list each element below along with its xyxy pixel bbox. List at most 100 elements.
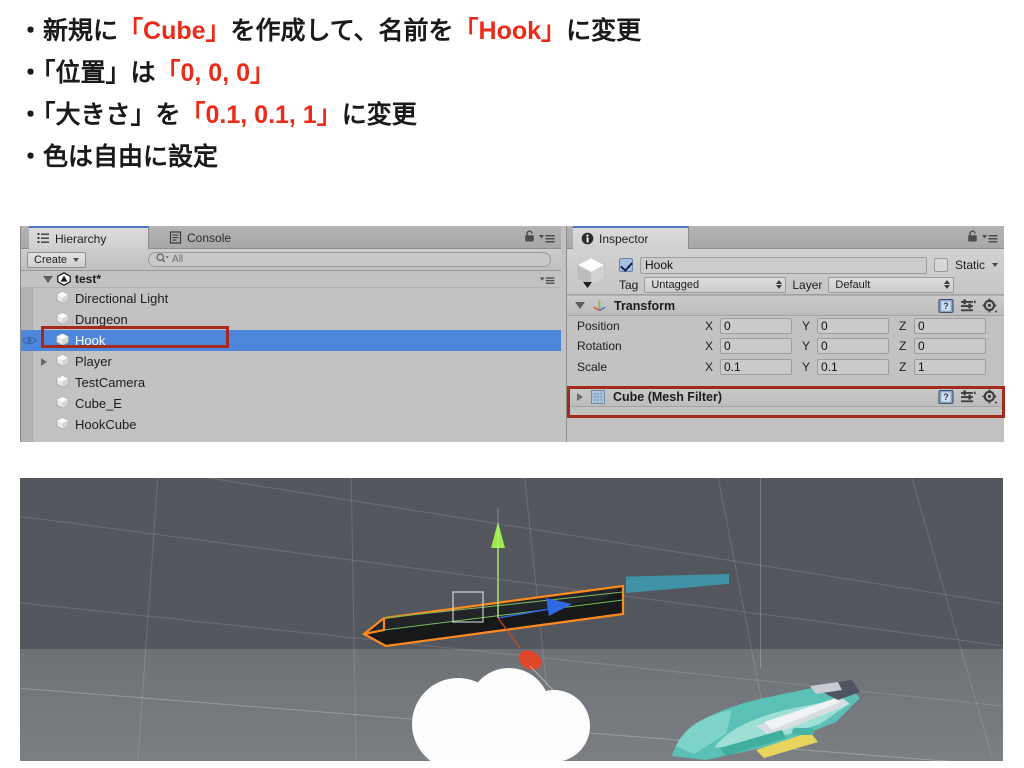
lock-icon[interactable] [524, 230, 535, 248]
bullet-item: ・「大きさ」を「0.1, 0.1, 1」に変更 [18, 94, 1008, 136]
component-header-icons: ? [938, 298, 998, 317]
tab-inspector[interactable]: Inspector [573, 226, 689, 249]
inspector-panel-controls [967, 230, 998, 248]
static-checkbox[interactable] [933, 258, 948, 272]
scene-view[interactable] [20, 478, 1003, 761]
layer-label: Layer [792, 277, 823, 292]
list-item[interactable]: TestCamera [21, 372, 561, 393]
object-name-row: Hook Static [619, 256, 998, 274]
layer-dropdown-value: Default [835, 278, 871, 291]
tab-hierarchy-label: Hierarchy [55, 231, 107, 246]
component-header-mesh-filter[interactable]: Cube (Mesh Filter) ? [567, 386, 1004, 407]
panel-menu-icon[interactable] [982, 230, 998, 248]
list-item[interactable]: HookCube [21, 414, 561, 435]
bullet-text: ・新規に [18, 17, 119, 45]
tab-console[interactable]: Console [161, 226, 243, 249]
list-item-hook[interactable]: Hook [21, 330, 561, 351]
bullet-text: ・色は自由に設定 [18, 143, 219, 171]
stepper-arrows-icon [944, 280, 951, 289]
list-item[interactable]: Cube_E [21, 393, 561, 414]
inspector-panel: Inspector Hook Static Tag Untagged Layer… [566, 226, 1005, 442]
gameobject-cube-icon [55, 332, 70, 350]
preset-icon[interactable] [960, 389, 976, 408]
tag-label: Tag [619, 277, 639, 292]
object-name-field[interactable]: Hook [640, 256, 927, 274]
component-header-transform[interactable]: Transform ? [567, 295, 1004, 316]
svg-text:?: ? [943, 301, 949, 311]
tab-inspector-label: Inspector [599, 231, 649, 246]
expand-arrow-player[interactable] [33, 351, 55, 372]
prefab-cube-icon [573, 254, 609, 295]
gear-icon[interactable] [982, 298, 998, 317]
gameobject-cube-icon [55, 290, 70, 308]
list-item-label: Player [75, 354, 112, 369]
search-input-placeholder: All [172, 254, 184, 265]
bullet-item: ・色は自由に設定 [18, 136, 1008, 178]
transform-fields: Position X 0 Y 0 Z 0 Rotation X 0 Y 0 Z … [567, 316, 1004, 378]
bullet-text: ・「位置」は [18, 59, 156, 87]
position-x-input[interactable]: 0 [720, 318, 792, 334]
preset-icon[interactable] [960, 298, 976, 317]
scale-z-input[interactable]: 1 [914, 359, 986, 375]
rotation-x-input[interactable]: 0 [720, 338, 792, 354]
list-item[interactable]: Directional Light [21, 288, 561, 309]
gameobject-cube-icon [55, 353, 70, 371]
position-z-input[interactable]: 0 [914, 318, 986, 334]
chevron-right-icon[interactable] [577, 392, 583, 401]
hierarchy-icon [37, 232, 50, 245]
tab-hierarchy[interactable]: Hierarchy [29, 226, 149, 249]
search-input[interactable]: All [148, 252, 551, 267]
bullet-item: ・新規に「Cube」を作成して、名前を「Hook」に変更 [18, 10, 1008, 52]
unity-editor-screenshot: Hierarchy Console Create All test* Direc… [20, 226, 1005, 442]
position-y-input[interactable]: 0 [817, 318, 889, 334]
scale-y-input[interactable]: 0.1 [817, 359, 889, 375]
hierarchy-panel-controls [524, 230, 555, 248]
rotation-z-input[interactable]: 0 [914, 338, 986, 354]
list-item-label: HookCube [75, 417, 137, 432]
scale-x-input[interactable]: 0.1 [720, 359, 792, 375]
help-icon[interactable]: ? [938, 389, 954, 408]
axis-label-z: Z [899, 360, 907, 374]
hierarchy-panel: Hierarchy Console Create All test* Direc… [20, 226, 561, 442]
bullet-item: ・「位置」は「0, 0, 0」 [18, 52, 1008, 94]
create-button[interactable]: Create [27, 251, 87, 268]
rotation-y-input[interactable]: 0 [817, 338, 889, 354]
scene-row-test[interactable]: test* [21, 271, 561, 288]
list-item-label: TestCamera [75, 375, 146, 390]
static-label: Static [954, 258, 985, 272]
panel-menu-icon[interactable] [539, 230, 555, 248]
row-label: Scale [577, 360, 608, 374]
bullet-list: ・新規に「Cube」を作成して、名前を「Hook」に変更 ・「位置」は「0, 0… [18, 10, 1008, 178]
bullet-text: を作成して、名前を [230, 17, 454, 45]
object-tag-layer-row: Tag Untagged Layer Default [619, 276, 998, 293]
list-item[interactable]: Player [21, 351, 561, 372]
tab-console-label: Console [187, 230, 232, 245]
object-enabled-checkbox[interactable] [619, 258, 633, 272]
component-title: Cube (Mesh Filter) [613, 389, 723, 404]
bullet-highlight: 「0, 0, 0」 [155, 59, 276, 87]
chevron-down-icon[interactable] [43, 275, 53, 283]
help-icon[interactable]: ? [938, 298, 954, 317]
bullet-highlight: 「0.1, 0.1, 1」 [180, 101, 342, 129]
row-label: Rotation [577, 339, 622, 353]
list-item[interactable]: Dungeon [21, 309, 561, 330]
bullet-text: ・「大きさ」を [18, 101, 181, 129]
list-item-label: Directional Light [75, 291, 169, 306]
chevron-right-icon [41, 357, 47, 366]
gear-icon[interactable] [982, 389, 998, 408]
chevron-down-icon[interactable] [992, 263, 998, 267]
transform-axis-icon [592, 298, 607, 313]
bullet-highlight: 「Cube」 [118, 17, 231, 45]
slide-root: ・新規に「Cube」を作成して、名前を「Hook」に変更 ・「位置」は「0, 0… [0, 0, 1024, 768]
chevron-down-icon[interactable] [575, 302, 585, 309]
tag-dropdown-value: Untagged [651, 278, 700, 291]
hierarchy-tabbar: Hierarchy Console [21, 226, 561, 249]
scene-menu-icon[interactable] [540, 274, 555, 288]
tag-dropdown[interactable]: Untagged [644, 276, 787, 293]
console-icon [169, 231, 182, 244]
axis-label-x: X [705, 360, 714, 374]
visibility-eye-icon[interactable] [22, 334, 37, 349]
lock-icon[interactable] [967, 230, 978, 248]
axis-label-x: X [705, 339, 714, 353]
layer-dropdown[interactable]: Default [828, 276, 955, 293]
